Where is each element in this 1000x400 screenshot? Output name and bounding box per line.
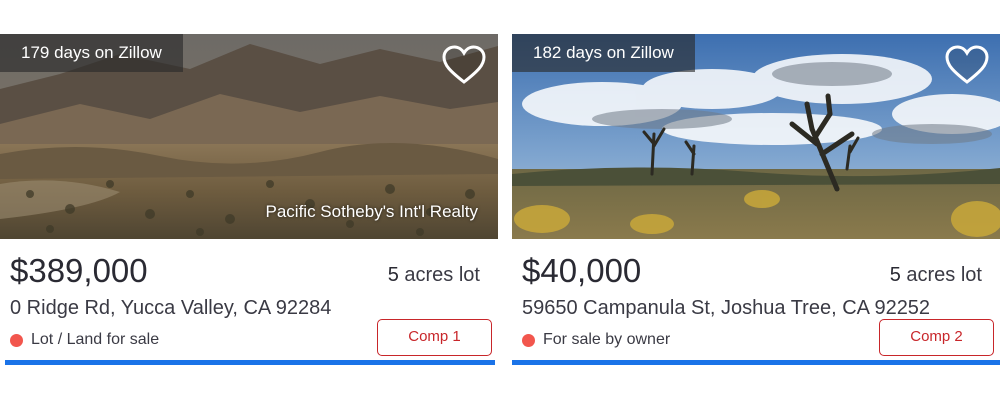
heart-outline-icon[interactable] (441, 44, 487, 86)
days-on-zillow-badge: 182 days on Zillow (512, 34, 695, 72)
lot-size: 5 acres lot (890, 264, 982, 287)
listing-photo-joshua-trees[interactable]: 182 days on Zillow (512, 34, 1000, 239)
status-dot (522, 333, 535, 347)
listing-card-1[interactable]: 179 days on Zillow Pacific Sotheby's Int… (0, 34, 498, 365)
lot-size-value: 5 (889, 264, 901, 286)
listing-price: $389,000 (10, 252, 148, 289)
accent-bar (5, 360, 495, 365)
listing-address[interactable]: 59650 Campanula St, Joshua Tree, CA 9225… (522, 297, 930, 320)
lot-size-unit: acres lot (398, 264, 480, 286)
status-dot (10, 333, 23, 347)
lot-size: 5 acres lot (388, 264, 480, 287)
lot-size-value: 5 (387, 264, 399, 286)
listing-address[interactable]: 0 Ridge Rd, Yucca Valley, CA 92284 (10, 297, 331, 320)
lot-size-unit: acres lot (900, 264, 982, 286)
listing-photo-desert-hills[interactable]: 179 days on Zillow Pacific Sotheby's Int… (0, 34, 498, 239)
comp-2-button[interactable]: Comp 2 (879, 319, 994, 356)
days-on-zillow-badge: 179 days on Zillow (0, 34, 183, 72)
heart-outline-icon[interactable] (944, 44, 990, 86)
listing-price: $40,000 (522, 252, 642, 289)
listing-status: For sale by owner (522, 331, 670, 349)
listing-status: Lot / Land for sale (10, 331, 159, 349)
status-label: Lot / Land for sale (31, 331, 160, 348)
comp-1-button[interactable]: Comp 1 (377, 319, 492, 356)
listing-card-2[interactable]: 182 days on Zillow $40,000 5 acres lot 5… (512, 34, 1000, 365)
accent-bar (512, 360, 1000, 365)
listing-attribution: Pacific Sotheby's Int'l Realty (265, 202, 478, 221)
status-label: For sale by owner (543, 331, 671, 348)
